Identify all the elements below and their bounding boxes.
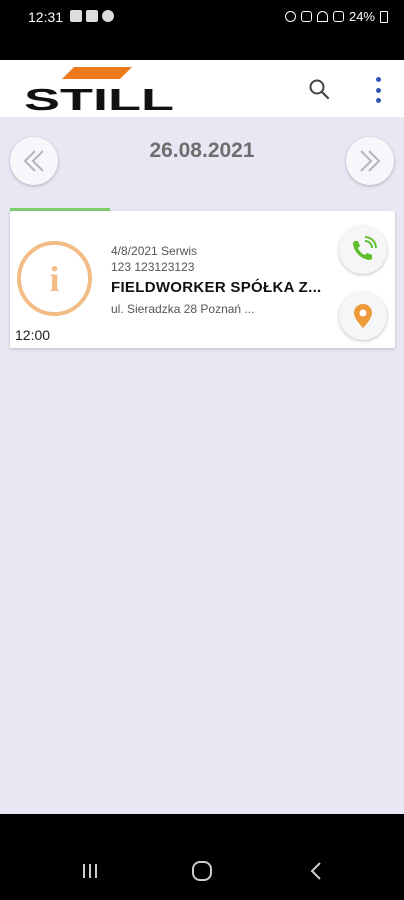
next-day-button[interactable] [346,137,394,185]
task-date-type: 4/8/2021 Serwis [111,244,198,258]
recent-apps-button[interactable] [70,858,110,884]
wifi-icon [316,11,328,22]
overflow-menu-button[interactable] [366,76,390,104]
calendar-notification-icon [70,10,82,22]
task-card[interactable]: i 12:00 4/8/2021 Serwis 123 123123123 FI… [10,211,395,348]
double-chevron-right-icon [360,150,381,172]
info-glyph: i [49,258,60,299]
svg-text:STILL: STILL [24,82,174,111]
task-customer-name: FIELDWORKER SPÓŁKA Z... [111,279,322,296]
info-icon: i [17,241,92,316]
phone-icon [353,236,377,260]
home-icon [192,861,212,881]
task-time: 12:00 [15,327,51,343]
home-button[interactable] [182,858,222,884]
system-icons: 24% [284,9,388,24]
navigate-button[interactable] [339,292,387,340]
back-chevron-icon [310,862,321,880]
alarm-icon [284,11,296,22]
menu-dot-icon [375,77,381,82]
status-bar: 12:31 24% [0,0,404,60]
image-notification-icon [86,10,98,22]
signal-icon [332,11,344,22]
still-logo: STILL [24,67,174,111]
status-time: 12:31 [28,9,64,25]
search-button[interactable] [306,76,334,104]
back-button[interactable] [296,858,336,884]
bluetooth-icon [300,11,312,22]
app-bar: STILL [0,60,404,117]
task-phone-number: 123 123123123 [111,260,195,274]
location-pin-icon [354,304,372,328]
search-icon [309,79,330,100]
call-button[interactable] [339,226,387,274]
notification-icons [70,10,114,22]
battery-icon [380,10,388,23]
current-date: 26.08.2021 [149,139,255,162]
menu-dot-icon [375,98,381,103]
battery-level: 24% [348,9,375,24]
system-navigation-bar [0,814,404,900]
task-address: ul. Sieradzka 28 Poznań ... [111,302,255,316]
app-notification-icon [102,10,114,22]
menu-dot-icon [375,87,381,93]
recent-apps-icon [83,864,97,878]
